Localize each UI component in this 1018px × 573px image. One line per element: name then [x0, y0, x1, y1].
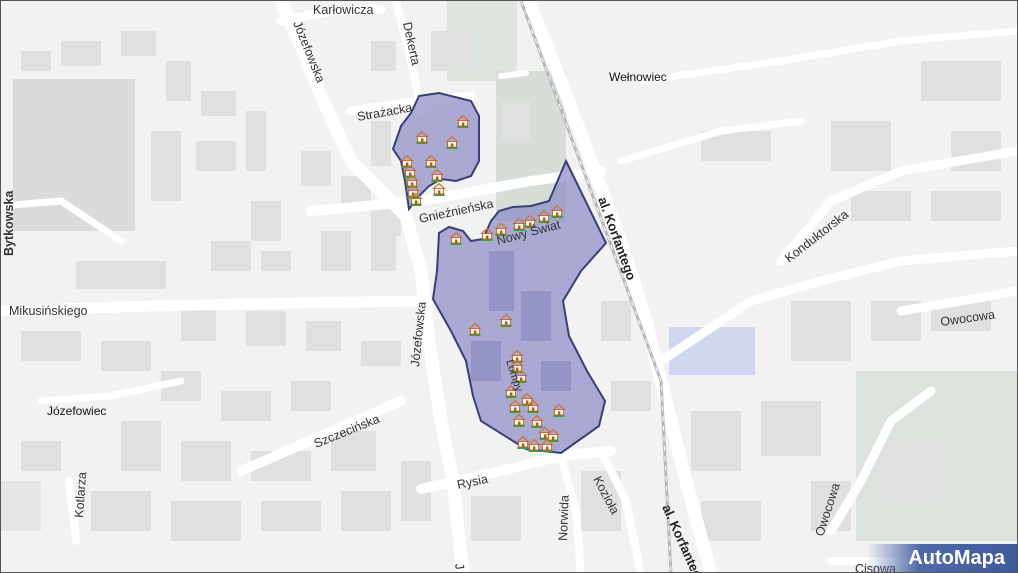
map-view[interactable]: Wełnowiec Józefowiec Karłowicza Józefows… [0, 0, 1018, 573]
district-label-welnowiec: Wełnowiec [609, 70, 667, 84]
street-label-mikusinskiego: Mikusińskiego [9, 304, 88, 318]
street-label-norwida: Norwida [556, 495, 572, 541]
street-label-rysia: Rysia [456, 472, 490, 492]
street-label-kotlarza: Kotlarza [72, 471, 89, 518]
map-canvas[interactable]: Wełnowiec Józefowiec Karłowicza Józefows… [1, 1, 1017, 572]
street-label-bytkowska: Bytkowska [2, 190, 16, 256]
district-label-jozefowiec: Józefowiec [47, 404, 106, 418]
brand-logo: AutoMapa [867, 544, 1017, 572]
house-icon[interactable] [431, 182, 447, 197]
street-label-karlowicza: Karłowicza [313, 3, 373, 17]
